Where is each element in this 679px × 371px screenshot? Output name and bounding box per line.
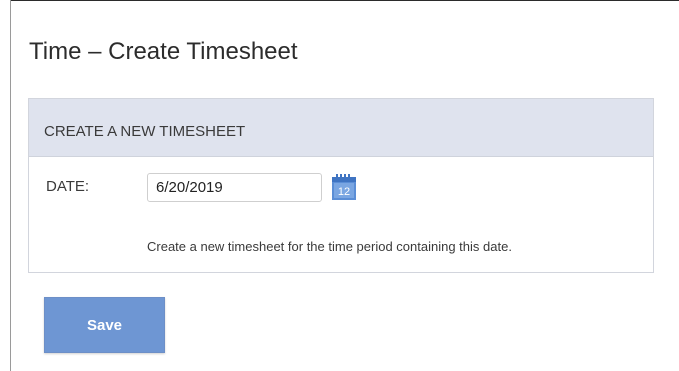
create-timesheet-panel: CREATE A NEW TIMESHEET DATE: 12 Create a… <box>28 98 654 273</box>
panel-header: CREATE A NEW TIMESHEET <box>29 99 653 157</box>
panel-header-title: CREATE A NEW TIMESHEET <box>44 123 246 140</box>
save-button[interactable]: Save <box>44 297 165 353</box>
window-left-border <box>10 0 11 371</box>
page-title: Time – Create Timesheet <box>29 38 298 65</box>
date-input[interactable] <box>147 173 322 202</box>
helper-text: Create a new timesheet for the time peri… <box>147 239 512 254</box>
calendar-icon: 12 <box>332 174 356 200</box>
date-label: DATE: <box>46 178 90 195</box>
calendar-button[interactable]: 12 <box>331 173 357 201</box>
calendar-day-number: 12 <box>338 186 350 198</box>
window-top-border <box>10 0 679 1</box>
